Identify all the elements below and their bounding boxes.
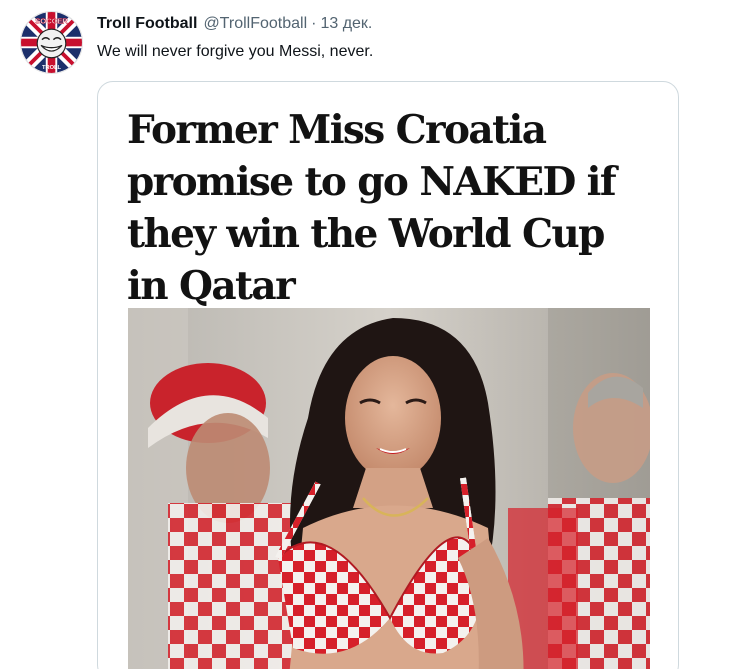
avatar-badge-top-text: SOCCER (35, 16, 68, 25)
article-headline: Former Miss Croatia promise to go NAKED … (127, 107, 617, 309)
author-handle[interactable]: @TrollFootball (203, 13, 307, 35)
woman-croatia-checkered-outfit-photo-icon (128, 308, 650, 669)
tweet-media-card[interactable]: Former Miss Croatia promise to go NAKED … (97, 81, 679, 669)
tweet-header: Troll Football @TrollFootball · 13 дек. (97, 13, 372, 35)
tweet-text: We will never forgive you Messi, never. (97, 43, 374, 60)
tweet-timestamp[interactable]: 13 дек. (320, 13, 372, 35)
author-name[interactable]: Troll Football (97, 13, 197, 35)
separator-dot: · (311, 15, 317, 32)
avatar-badge-bottom-text: TROLL (42, 65, 62, 71)
avatar[interactable]: SOCCER TROLL (20, 11, 83, 74)
article-photo[interactable] (128, 308, 650, 669)
troll-face-union-jack-logo-icon: SOCCER TROLL (21, 12, 82, 73)
